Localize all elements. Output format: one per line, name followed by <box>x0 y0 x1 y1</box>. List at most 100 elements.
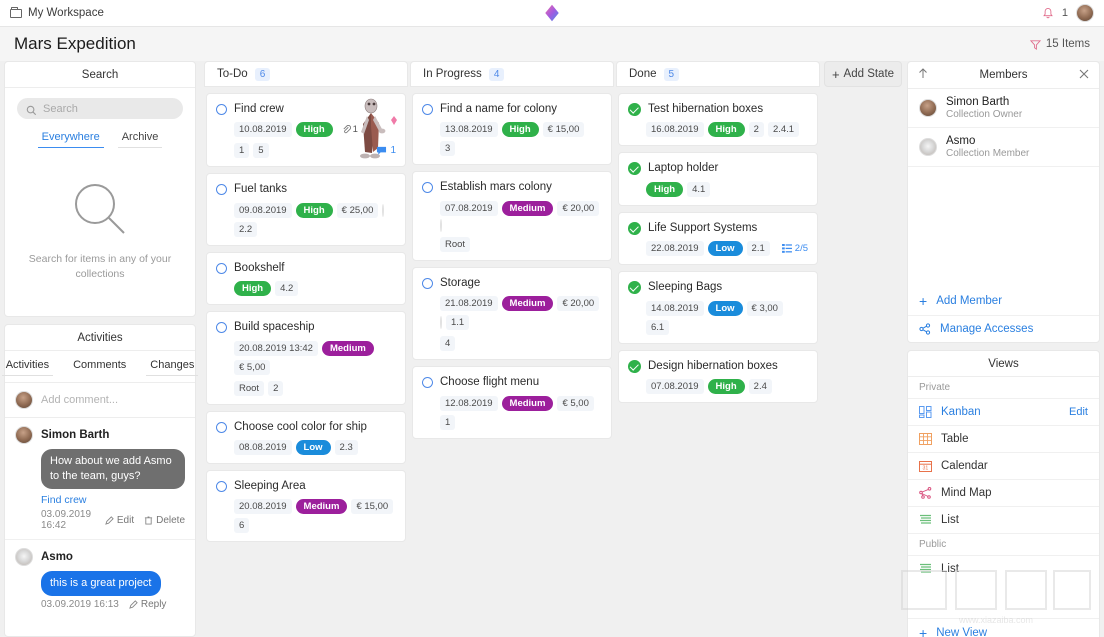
status-circle-icon[interactable] <box>216 104 227 115</box>
card-chips-row: 13.08.2019 High € 15,00 3 <box>440 122 602 157</box>
member-row[interactable]: Simon Barth Collection Owner <box>908 89 1099 128</box>
add-member-button[interactable]: + Add Member <box>908 287 1099 316</box>
delete-label: Delete <box>156 514 185 526</box>
kanban-card[interactable]: Establish mars colony 07.08.2019 Medium … <box>412 171 612 261</box>
status-check-icon[interactable] <box>628 281 641 295</box>
tab-everywhere[interactable]: Everywhere <box>37 129 104 148</box>
view-item-mind-map[interactable]: Mind Map <box>908 479 1099 506</box>
collapse-up-icon[interactable] <box>918 66 928 84</box>
member-name: Asmo <box>946 135 976 147</box>
close-icon[interactable] <box>1079 66 1089 84</box>
kanban-card[interactable]: Fuel tanks 09.08.2019 High € 25,00 2.2 <box>206 173 406 246</box>
status-check-icon[interactable] <box>628 359 641 373</box>
pencil-icon <box>105 515 114 525</box>
status-check-icon[interactable] <box>628 221 641 235</box>
comment-header: Asmo <box>15 548 185 567</box>
card-chips-row: 09.08.2019 High € 25,00 2.2 <box>234 202 396 237</box>
new-view-button[interactable]: + New View <box>908 618 1099 637</box>
kanban-card[interactable]: Test hibernation boxes 16.08.2019 High 2… <box>618 93 818 147</box>
chip-date: 12.08.2019 <box>440 395 498 411</box>
view-item-calendar[interactable]: 31 Calendar <box>908 452 1099 479</box>
chip-date: 21.08.2019 <box>440 296 498 312</box>
status-circle-icon[interactable] <box>216 480 227 492</box>
column-header[interactable]: Done 5 <box>616 61 820 87</box>
status-circle-icon[interactable] <box>216 184 227 196</box>
comment-item: Asmo this is a great project 03.09.2019 … <box>5 540 195 618</box>
status-check-icon[interactable] <box>628 162 641 176</box>
status-circle-icon[interactable] <box>216 421 227 433</box>
kanban-card[interactable]: Find crew 10.08.2019 High 1 1 5 1 <box>206 93 406 168</box>
kanban-card[interactable]: Sleeping Area 20.08.2019 Medium € 15,00 … <box>206 469 406 543</box>
card-chips-row: 22.08.2019 Low 2.1 2/5 <box>646 241 808 257</box>
avatar <box>919 99 937 117</box>
view-item-list-public[interactable]: List <box>908 555 1099 582</box>
member-name: Simon Barth <box>946 96 1010 108</box>
kanban-card[interactable]: Design hibernation boxes 07.08.2019 High… <box>618 349 818 403</box>
column-header[interactable]: In Progress 4 <box>410 61 614 87</box>
status-circle-icon[interactable] <box>422 182 433 194</box>
comment-reply-action[interactable]: Reply <box>129 599 166 610</box>
chip-priority: High <box>707 378 745 394</box>
comment-edit-action[interactable]: Edit <box>105 515 134 526</box>
chip-priority: High <box>646 181 684 197</box>
chip-parent: Root <box>234 380 265 396</box>
status-circle-icon[interactable] <box>422 277 433 289</box>
chip-value: 1 <box>234 143 250 159</box>
edit-view-link[interactable]: Edit <box>1069 406 1088 418</box>
top-bar: My Workspace 1 <box>0 0 1104 27</box>
card-title: Choose cool color for ship <box>234 420 367 433</box>
tab-changes[interactable]: Changes <box>146 357 199 377</box>
kanban-card[interactable]: Build spaceship 20.08.2019 13:42 Medium … <box>206 311 406 405</box>
kanban-card[interactable]: Bookshelf High 4.2 <box>206 251 406 306</box>
status-circle-icon[interactable] <box>216 322 227 334</box>
kanban-card[interactable]: Choose cool color for ship 08.08.2019 Lo… <box>206 410 406 464</box>
member-row[interactable]: Asmo Collection Member <box>908 128 1099 167</box>
kanban-card[interactable]: Laptop holder High 4.1 <box>618 152 818 206</box>
workspace-breadcrumb[interactable]: My Workspace <box>10 6 104 19</box>
card-top: Sleeping Area <box>216 479 396 493</box>
status-circle-icon[interactable] <box>422 377 433 389</box>
comment-delete-action[interactable]: Delete <box>144 515 185 526</box>
search-icon <box>26 103 37 121</box>
avatar <box>15 391 33 410</box>
add-state-button[interactable]: + Add State <box>824 61 902 87</box>
kanban-card[interactable]: Find a name for colony 13.08.2019 High €… <box>412 93 612 166</box>
view-label: List <box>941 563 959 575</box>
kanban-icon <box>919 406 932 418</box>
add-comment-row[interactable]: Add comment... <box>5 382 195 419</box>
status-check-icon[interactable] <box>628 103 641 116</box>
card-title: Laptop holder <box>648 162 719 175</box>
manage-accesses-button[interactable]: Manage Accesses <box>908 316 1099 342</box>
card-chips-row: 14.08.2019 Low € 3,00 6.1 <box>646 300 808 335</box>
card-title: Find a name for colony <box>440 103 557 115</box>
chip-priority: Medium <box>295 499 348 515</box>
search-input[interactable] <box>17 98 183 119</box>
card-chips-row: 12.08.2019 Medium € 5,00 1 <box>440 395 602 430</box>
tab-archive[interactable]: Archive <box>117 129 163 148</box>
card-comment-badge: 1 <box>376 145 396 156</box>
kanban-card[interactable]: Choose flight menu 12.08.2019 Medium € 5… <box>412 366 612 439</box>
chip-priority: Medium <box>321 340 374 356</box>
member-role: Collection Member <box>946 148 1030 159</box>
chip-date: 08.08.2019 <box>234 439 292 455</box>
tab-comments[interactable]: Comments <box>69 357 130 376</box>
view-label: List <box>941 514 959 526</box>
view-item-kanban[interactable]: Kanban Edit <box>908 398 1099 425</box>
status-circle-icon[interactable] <box>216 262 227 274</box>
chip-value: 5 <box>253 143 269 159</box>
kanban-card[interactable]: Sleeping Bags 14.08.2019 Low € 3,00 6.1 <box>618 271 818 344</box>
tab-activities[interactable]: Activities <box>1 357 54 377</box>
items-filter[interactable]: 15 Items <box>1029 38 1090 50</box>
kanban-card[interactable]: Life Support Systems 22.08.2019 Low 2.1 <box>618 211 818 266</box>
share-icon <box>919 323 931 335</box>
user-avatar[interactable] <box>1076 4 1094 22</box>
chip-value: 3 <box>440 141 456 157</box>
card-top: Choose cool color for ship <box>216 420 396 434</box>
status-circle-icon[interactable] <box>422 104 433 115</box>
kanban-card[interactable]: Storage 21.08.2019 Medium € 20,00 1.1 4 <box>412 266 612 361</box>
view-item-list[interactable]: List <box>908 506 1099 533</box>
view-item-table[interactable]: Table <box>908 425 1099 452</box>
notification-bell-icon[interactable] <box>1042 7 1054 20</box>
column-header[interactable]: To-Do 6 <box>204 61 408 87</box>
comment-linked-item[interactable]: Find crew <box>41 494 185 506</box>
